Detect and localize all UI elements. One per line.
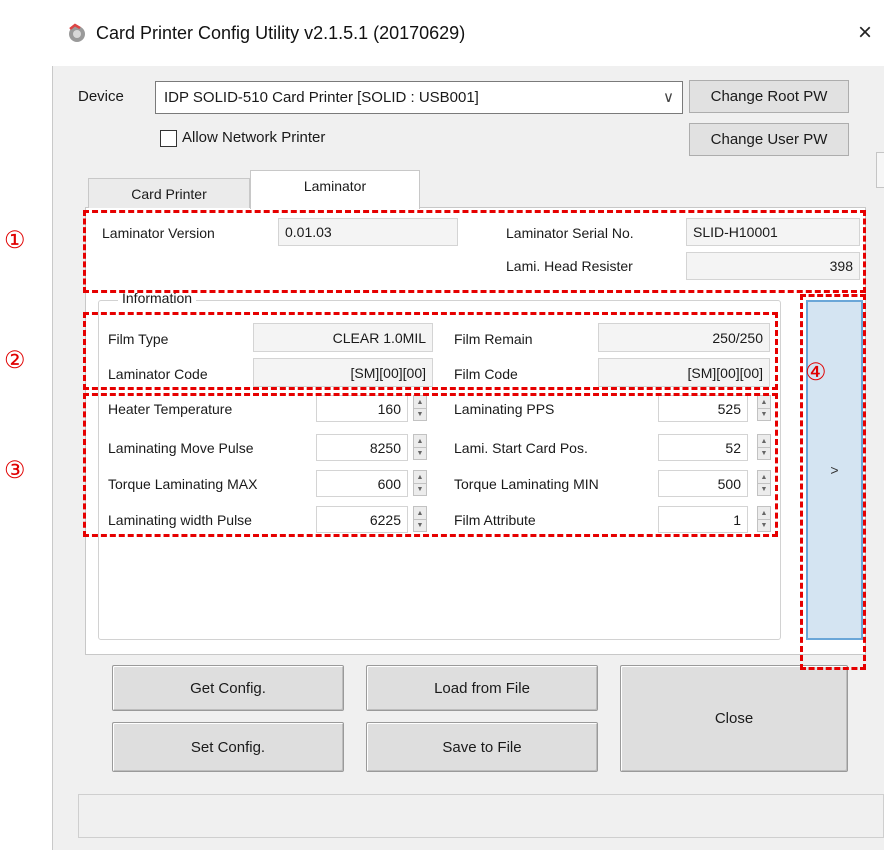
change-user-pw-button[interactable]: Change User PW [689,123,849,156]
allow-network-checkbox[interactable] [160,130,177,147]
tab-laminator-label: Laminator [303,178,367,194]
window-edge-handle [876,152,884,188]
annotation-box-2 [83,312,778,390]
get-config-button[interactable]: Get Config. [112,665,344,711]
window-title: Card Printer Config Utility v2.1.5.1 (20… [96,23,466,43]
save-to-file-button[interactable]: Save to File [366,722,598,772]
annotation-box-3 [83,393,778,537]
tab-card-printer[interactable]: Card Printer [88,178,250,208]
change-root-pw-button[interactable]: Change Root PW [689,80,849,113]
device-select[interactable]: IDP SOLID-510 Card Printer [SOLID : USB0… [155,81,683,114]
device-label: Device [78,88,124,105]
app-icon [66,22,88,44]
close-button[interactable]: Close [620,665,848,772]
annotation-box-4 [800,294,866,670]
set-config-button[interactable]: Set Config. [112,722,344,772]
annotation-marker-1: ① [4,226,26,254]
close-window-button[interactable]: × [850,18,880,48]
annotation-box-1 [83,210,866,293]
annotation-marker-3: ③ [4,456,26,484]
chevron-down-icon: ∨ [663,89,674,106]
annotation-marker-2: ② [4,346,26,374]
allow-network-label: Allow Network Printer [182,129,326,146]
tab-laminator[interactable]: Laminator [250,170,420,209]
status-bar [78,794,884,838]
annotation-marker-4: ④ [805,358,827,386]
load-from-file-button[interactable]: Load from File [366,665,598,711]
device-select-value: IDP SOLID-510 Card Printer [SOLID : USB0… [164,89,479,106]
